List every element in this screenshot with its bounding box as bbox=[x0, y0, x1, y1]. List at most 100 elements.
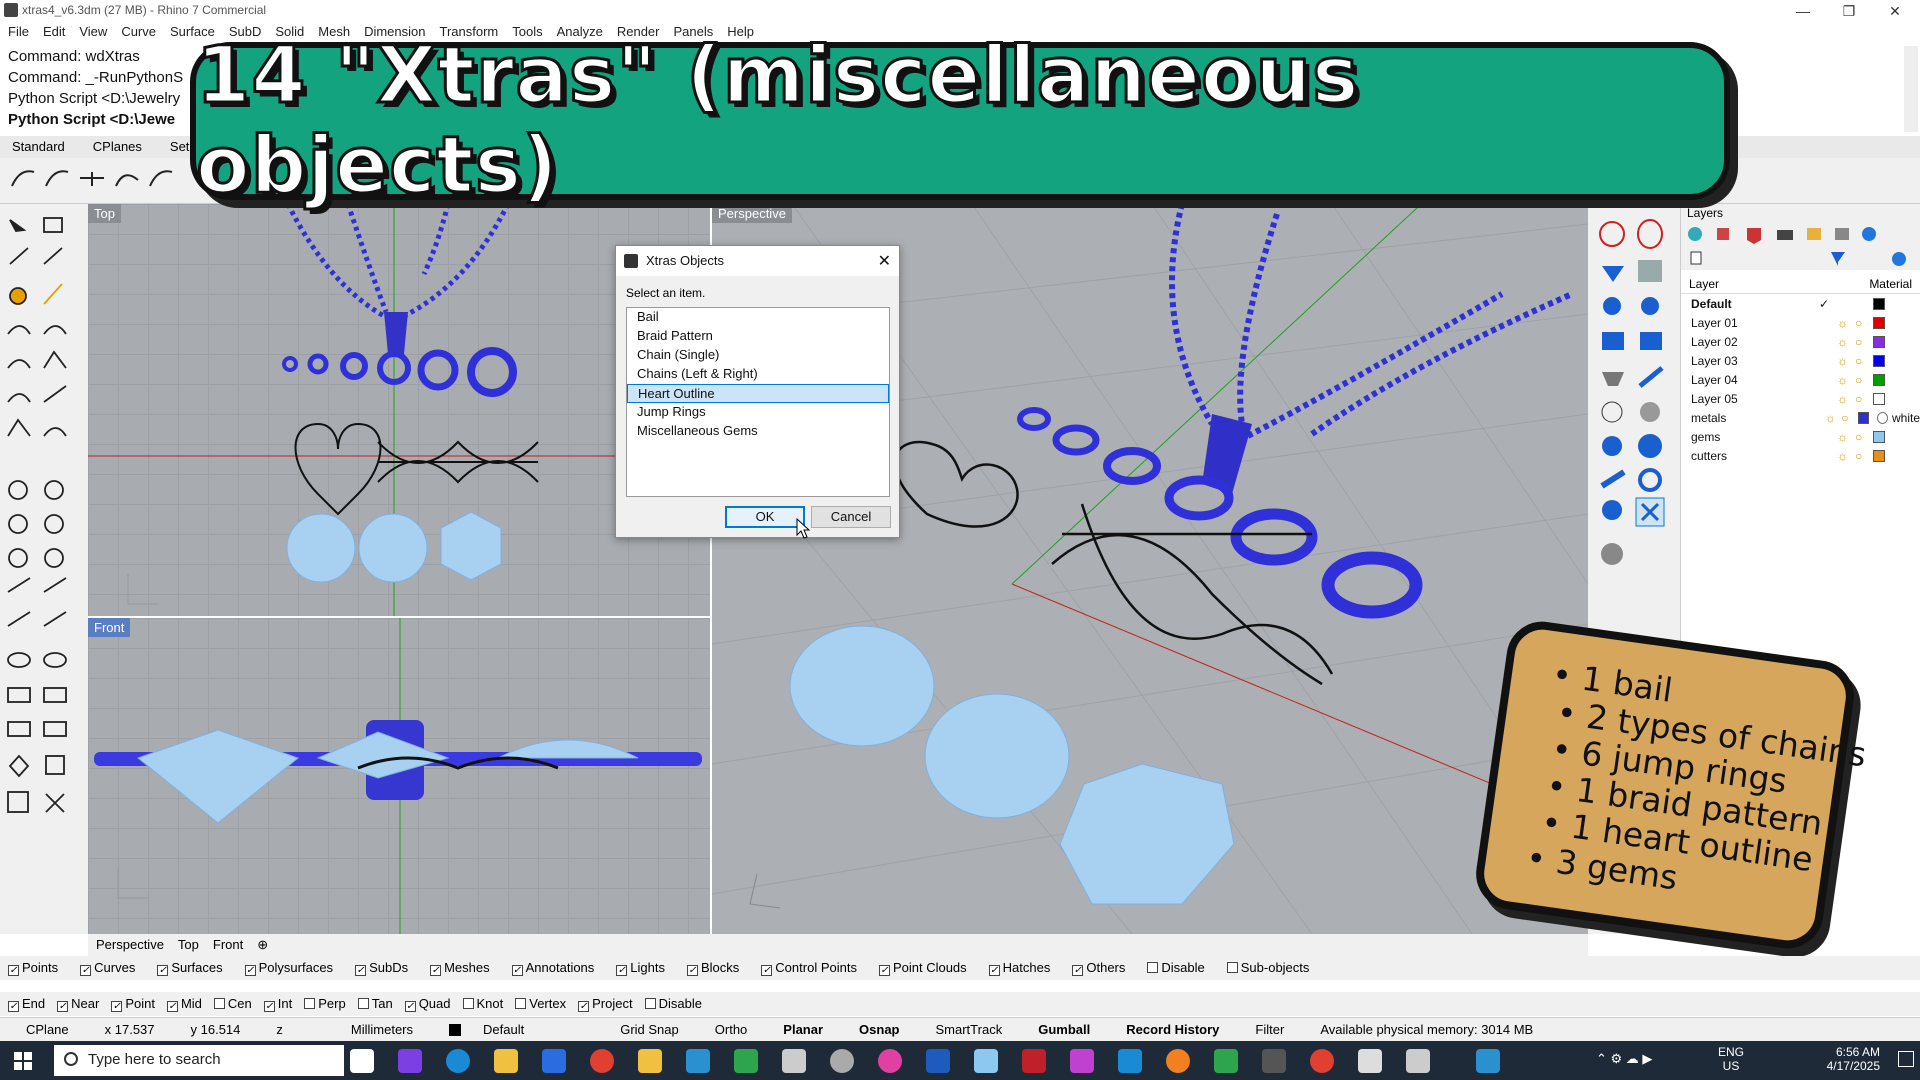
layer-row[interactable]: Layer 02 ☼ ○ bbox=[1681, 332, 1920, 351]
vptab-perspective[interactable]: Perspective bbox=[96, 937, 164, 953]
layer-row[interactable]: Layer 04 ☼ ○ bbox=[1681, 370, 1920, 389]
filter-checkbox[interactable]: Perp bbox=[304, 996, 346, 1012]
material-column-header[interactable]: Material bbox=[1869, 277, 1912, 291]
lock-icon[interactable]: ○ bbox=[1855, 392, 1873, 406]
list-item[interactable]: Bail bbox=[627, 308, 889, 327]
settings-app-icon[interactable] bbox=[830, 1049, 854, 1073]
filter-checkbox[interactable]: ✓ Project bbox=[578, 996, 633, 1012]
layer-color-swatch[interactable] bbox=[1873, 430, 1885, 443]
dialog-close-icon[interactable]: ✕ bbox=[878, 251, 891, 271]
filter-checkbox[interactable]: ✓ Surfaces bbox=[157, 960, 223, 976]
taskbar-search-box[interactable]: Type here to search bbox=[54, 1045, 344, 1076]
windows-start-icon[interactable] bbox=[14, 1052, 32, 1070]
visibility-bulb-icon[interactable]: ☼ bbox=[1837, 316, 1855, 330]
design-app-icon[interactable] bbox=[1118, 1049, 1142, 1073]
rhino7-active-icon[interactable] bbox=[1358, 1049, 1382, 1073]
edge-icon[interactable] bbox=[446, 1049, 470, 1073]
snipping-tool-icon[interactable] bbox=[1476, 1049, 1500, 1073]
visibility-bulb-icon[interactable]: ☼ bbox=[1837, 373, 1855, 387]
visibility-bulb-icon[interactable]: ☼ bbox=[1837, 354, 1855, 368]
layer-column-header[interactable]: Layer bbox=[1689, 277, 1869, 291]
filter-checkbox[interactable]: Sub-objects bbox=[1226, 960, 1309, 976]
chrome-profile-icon[interactable] bbox=[1310, 1049, 1334, 1073]
filter-checkbox[interactable]: ✓ Point Clouds bbox=[878, 960, 967, 976]
filter-checkbox[interactable]: Disable bbox=[1147, 960, 1205, 976]
affinity-icon[interactable] bbox=[1070, 1049, 1094, 1073]
filter-toggle[interactable]: Filter bbox=[1237, 1022, 1302, 1037]
list-item[interactable]: Chain (Single) bbox=[627, 346, 889, 365]
list-item[interactable]: Miscellaneous Gems bbox=[627, 422, 889, 441]
menu-view[interactable]: View bbox=[79, 24, 107, 42]
utility-app-icon[interactable] bbox=[1262, 1049, 1286, 1073]
lock-icon[interactable]: ○ bbox=[1855, 430, 1873, 444]
system-tray-icons[interactable]: ⌃ ⚙ ☁ ▶ bbox=[1596, 1051, 1652, 1067]
ortho-toggle[interactable]: Ortho bbox=[697, 1022, 766, 1037]
layer-row[interactable]: gems ☼ ○ bbox=[1681, 427, 1920, 446]
current-layer[interactable]: Default bbox=[431, 1022, 560, 1037]
lock-icon[interactable]: ○ bbox=[1841, 411, 1857, 425]
cancel-button[interactable]: Cancel bbox=[811, 506, 891, 528]
record-history-toggle[interactable]: Record History bbox=[1108, 1022, 1237, 1037]
filter-checkbox[interactable]: ✓ Curves bbox=[80, 960, 135, 976]
osnap-toggle[interactable]: Osnap bbox=[841, 1022, 917, 1037]
current-layer-check-icon[interactable]: ✓ bbox=[1819, 297, 1837, 311]
layer-row[interactable]: Layer 05 ☼ ○ bbox=[1681, 389, 1920, 408]
pencil-app-icon[interactable] bbox=[494, 1049, 518, 1073]
gumball-toggle[interactable]: Gumball bbox=[1020, 1022, 1108, 1037]
notifications-icon[interactable] bbox=[1898, 1051, 1914, 1067]
ok-button[interactable]: OK bbox=[725, 506, 805, 528]
filter-checkbox[interactable]: ✓ Point bbox=[111, 996, 155, 1012]
filter-checkbox[interactable]: ✓ Points bbox=[8, 960, 58, 976]
menu-edit[interactable]: Edit bbox=[43, 24, 65, 42]
filter-checkbox[interactable]: Tan bbox=[357, 996, 393, 1012]
copilot-icon[interactable] bbox=[398, 1049, 422, 1073]
layer-color-swatch[interactable] bbox=[1873, 316, 1885, 329]
grid-snap-toggle[interactable]: Grid Snap bbox=[560, 1022, 697, 1037]
clock[interactable]: 6:56 AM 4/17/2025 bbox=[1800, 1045, 1880, 1073]
cplane-label[interactable]: CPlane bbox=[8, 1022, 87, 1037]
tool-palette-icons[interactable] bbox=[0, 204, 88, 904]
smarttrack-toggle[interactable]: SmartTrack bbox=[918, 1022, 1021, 1037]
visibility-bulb-icon[interactable]: ☼ bbox=[1825, 411, 1841, 425]
planar-toggle[interactable]: Planar bbox=[765, 1022, 841, 1037]
lock-icon[interactable]: ○ bbox=[1855, 316, 1873, 330]
rhino8-icon[interactable] bbox=[1406, 1049, 1430, 1073]
list-item[interactable]: Chains (Left & Right) bbox=[627, 365, 889, 384]
filter-checkbox[interactable]: ✓ Mid bbox=[166, 996, 202, 1012]
filter-checkbox[interactable]: Cen bbox=[213, 996, 252, 1012]
filter-checkbox[interactable]: ✓ End bbox=[8, 996, 45, 1012]
file-explorer-icon[interactable] bbox=[638, 1049, 662, 1073]
units-label[interactable]: Millimeters bbox=[333, 1022, 431, 1037]
store-icon[interactable] bbox=[542, 1049, 566, 1073]
material-sphere-icon[interactable] bbox=[1876, 411, 1888, 424]
filter-checkbox[interactable]: ✓ Hatches bbox=[988, 960, 1050, 976]
camtasia-icon[interactable] bbox=[1214, 1049, 1238, 1073]
notepad-icon[interactable] bbox=[734, 1049, 758, 1073]
menu-file[interactable]: File bbox=[8, 24, 29, 42]
filter-checkbox[interactable]: Knot bbox=[462, 996, 503, 1012]
filter-checkbox[interactable]: ✓ Int bbox=[263, 996, 292, 1012]
filter-checkbox[interactable]: ✓ Others bbox=[1072, 960, 1125, 976]
filter-checkbox[interactable]: ✓ Polysurfaces bbox=[244, 960, 333, 976]
close-window-icon[interactable]: ✕ bbox=[1872, 0, 1918, 22]
list-item[interactable]: Jump Rings bbox=[627, 403, 889, 422]
layer-color-swatch[interactable] bbox=[1857, 411, 1869, 424]
visibility-bulb-icon[interactable]: ☼ bbox=[1837, 449, 1855, 463]
chrome-icon[interactable] bbox=[590, 1049, 614, 1073]
language-indicator[interactable]: ENG US bbox=[1718, 1045, 1744, 1073]
vptab-top[interactable]: Top bbox=[178, 937, 199, 953]
blender-icon[interactable] bbox=[1166, 1049, 1190, 1073]
layer-row[interactable]: Layer 01 ☼ ○ bbox=[1681, 313, 1920, 332]
menu-curve[interactable]: Curve bbox=[121, 24, 156, 42]
media-app-icon[interactable] bbox=[1022, 1049, 1046, 1073]
command-scrollbar[interactable] bbox=[1904, 46, 1918, 132]
gem-app-icon[interactable] bbox=[974, 1049, 998, 1073]
layer-color-swatch[interactable] bbox=[1873, 449, 1885, 462]
filter-checkbox[interactable]: ✓ Quad bbox=[404, 996, 451, 1012]
add-viewport-icon[interactable]: ⊕ bbox=[257, 937, 268, 953]
filter-checkbox[interactable]: Disable bbox=[644, 996, 702, 1012]
restore-icon[interactable]: ❐ bbox=[1826, 0, 1872, 22]
layer-row[interactable]: cutters ☼ ○ bbox=[1681, 446, 1920, 465]
curve-tools-icons[interactable] bbox=[0, 158, 200, 204]
viewport-front[interactable]: Front bbox=[88, 618, 710, 934]
